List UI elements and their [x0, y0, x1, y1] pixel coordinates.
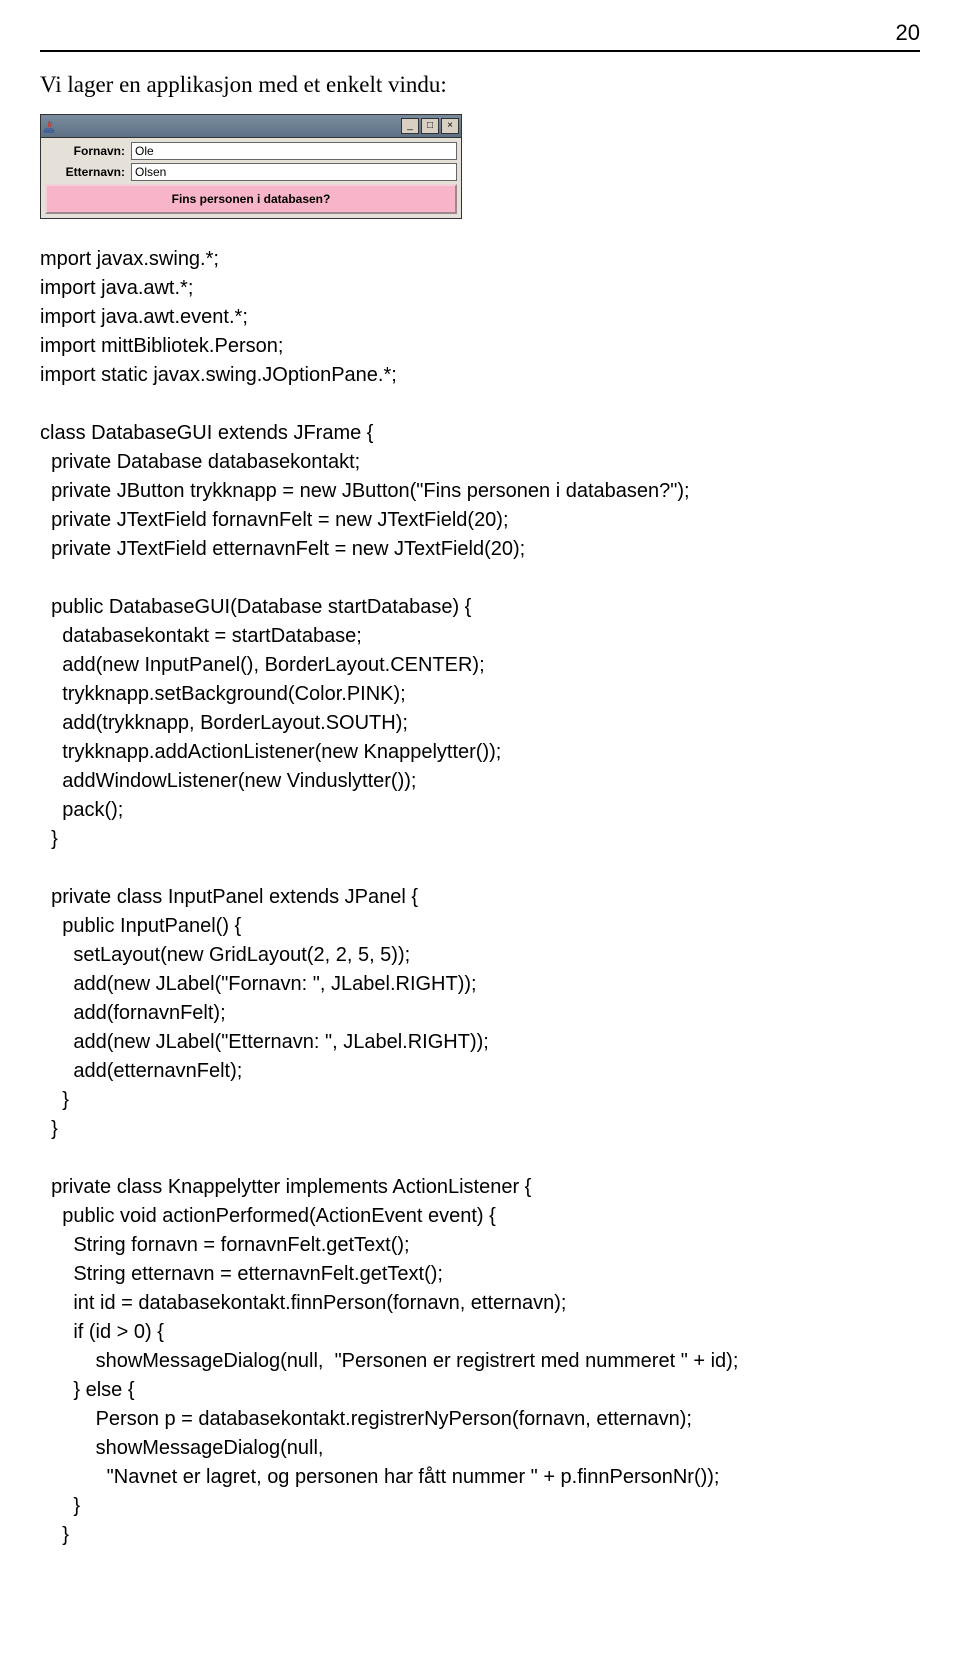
- java-cup-icon: [43, 119, 57, 133]
- search-person-button[interactable]: Fins personen i databasen?: [45, 184, 457, 214]
- form-row-etternavn: Etternavn:: [45, 163, 457, 181]
- swing-window: _ □ × Fornavn: Etternavn: Fins personen …: [40, 114, 462, 219]
- titlebar-left: [43, 119, 57, 133]
- form-area: Fornavn: Etternavn: Fins personen i data…: [41, 138, 461, 218]
- maximize-button[interactable]: □: [421, 118, 439, 134]
- form-row-fornavn: Fornavn:: [45, 142, 457, 160]
- code-block: mport javax.swing.*; import java.awt.*; …: [40, 245, 920, 1550]
- page: 20 Vi lager en applikasjon med et enkelt…: [0, 0, 960, 1657]
- page-number: 20: [40, 20, 920, 46]
- window-controls: _ □ ×: [401, 118, 459, 134]
- intro-text: Vi lager en applikasjon med et enkelt vi…: [40, 72, 920, 98]
- label-fornavn: Fornavn:: [45, 144, 131, 158]
- minimize-button[interactable]: _: [401, 118, 419, 134]
- input-fornavn[interactable]: [131, 142, 457, 160]
- label-etternavn: Etternavn:: [45, 165, 131, 179]
- horizontal-rule: [40, 50, 920, 52]
- close-button[interactable]: ×: [441, 118, 459, 134]
- window-titlebar: _ □ ×: [41, 115, 461, 138]
- input-etternavn[interactable]: [131, 163, 457, 181]
